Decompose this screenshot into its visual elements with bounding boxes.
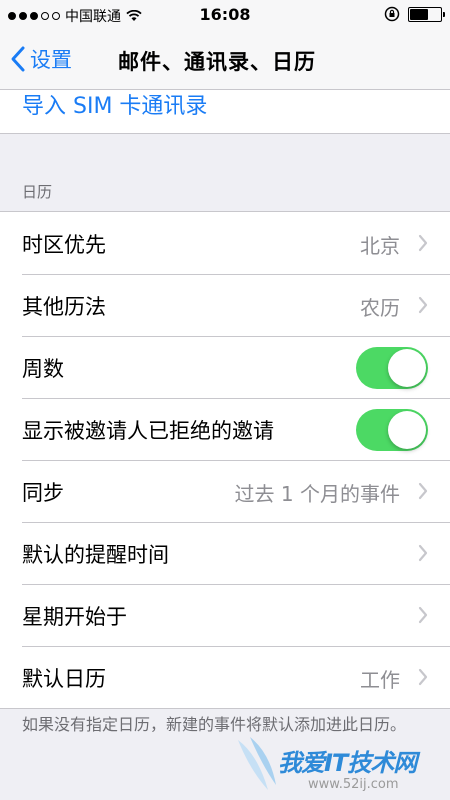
- watermark-url: www.52ij.com: [308, 777, 399, 792]
- watermark-logo: 我爱IT技术网 www.52ij.com: [228, 735, 450, 800]
- row-label: 默认日历: [22, 667, 106, 691]
- row-label: 时区优先: [22, 233, 106, 257]
- navigation-bar: 设置 邮件、通讯录、日历: [0, 30, 450, 90]
- start-week-on-row[interactable]: 星期开始于: [0, 584, 450, 646]
- status-bar: 中国联通 16:08: [0, 0, 450, 30]
- row-value: 农历: [360, 296, 400, 320]
- row-label: 周数: [22, 357, 64, 381]
- rotation-lock-icon: [384, 6, 400, 22]
- chevron-right-icon: [418, 544, 428, 562]
- section-header-calendar: 日历: [22, 183, 53, 201]
- week-numbers-toggle[interactable]: [356, 347, 428, 389]
- chevron-right-icon: [418, 668, 428, 686]
- default-alert-times-row[interactable]: 默认的提醒时间: [0, 522, 450, 584]
- alternate-calendars-row[interactable]: 其他历法 农历: [0, 274, 450, 336]
- status-right: [384, 6, 445, 22]
- page-title: 邮件、通讯录、日历: [118, 50, 316, 74]
- toggle-knob: [388, 411, 426, 449]
- chevron-left-icon: [11, 46, 25, 72]
- row-label: 显示被邀请人已拒绝的邀请: [22, 419, 274, 443]
- row-label: 星期开始于: [22, 605, 127, 629]
- import-sim-contacts-link[interactable]: 导入 SIM 卡通讯录: [22, 90, 207, 120]
- row-label: 其他历法: [22, 295, 106, 319]
- import-sim-contacts-row[interactable]: 导入 SIM 卡通讯录: [0, 90, 450, 134]
- chevron-right-icon: [418, 296, 428, 314]
- week-numbers-row: 周数: [0, 336, 450, 398]
- calendar-settings-group: 时区优先 北京 其他历法 农历 周数 显示被邀请人已拒绝的邀请 同步 过去 1 …: [0, 211, 450, 709]
- row-label: 默认的提醒时间: [22, 543, 169, 567]
- row-value: 工作: [360, 668, 400, 692]
- row-value: 过去 1 个月的事件: [234, 482, 400, 506]
- chevron-right-icon: [418, 234, 428, 252]
- row-label: 同步: [22, 481, 64, 505]
- status-time: 16:08: [199, 5, 251, 24]
- timezone-override-row[interactable]: 时区优先 北京: [0, 212, 450, 274]
- watermark-text: 我爱IT技术网: [278, 749, 417, 777]
- chevron-right-icon: [418, 606, 428, 624]
- sync-row[interactable]: 同步 过去 1 个月的事件: [0, 460, 450, 522]
- back-button[interactable]: 设置: [10, 44, 72, 74]
- show-declined-invitees-row: 显示被邀请人已拒绝的邀请: [0, 398, 450, 460]
- battery-icon: [408, 6, 445, 22]
- toggle-knob: [388, 349, 426, 387]
- show-declined-invitees-toggle[interactable]: [356, 409, 428, 451]
- back-label: 设置: [30, 48, 72, 72]
- row-value: 北京: [360, 234, 400, 258]
- default-calendar-footnote: 如果没有指定日历，新建的事件将默认添加进此日历。: [22, 715, 407, 734]
- chevron-right-icon: [418, 482, 428, 500]
- default-calendar-row[interactable]: 默认日历 工作: [0, 646, 450, 708]
